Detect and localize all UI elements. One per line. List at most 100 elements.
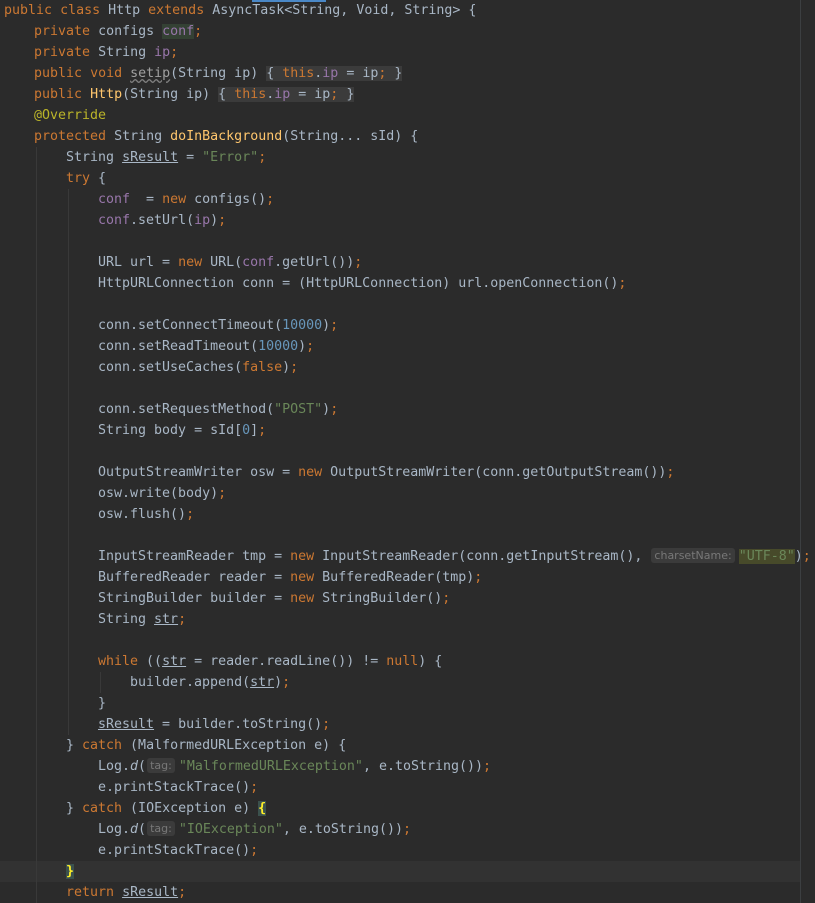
code-line-print-trace[interactable]: e.printStackTrace();	[98, 777, 258, 798]
semicolon: ;	[322, 717, 331, 732]
field-token: conf	[242, 255, 275, 270]
semicolon: ;	[250, 780, 259, 795]
code-line-str-decl[interactable]: String str;	[98, 609, 186, 630]
code-line-input-stream-reader[interactable]: InputStreamReader tmp = new InputStreamR…	[98, 546, 811, 567]
code-line-conn[interactable]: HttpURLConnection conn = (HttpURLConnect…	[98, 273, 626, 294]
semicolon: ;	[330, 318, 339, 333]
right-margin-guide	[800, 0, 801, 903]
open-paren: (	[138, 822, 147, 837]
code-line-try[interactable]: try {	[66, 168, 106, 189]
string-literal: "IOException"	[178, 822, 283, 837]
code-text: configs()	[186, 192, 267, 207]
folded-body[interactable]: { this.ip = ip; }	[266, 66, 403, 81]
keyword-token: try	[66, 171, 91, 186]
code-line-catch-malformed[interactable]: } catch (MalformedURLException e) {	[66, 735, 346, 756]
variable-token: sResult	[122, 885, 179, 900]
code-line-catch-io[interactable]: } catch (IOException e) {	[66, 798, 267, 819]
keyword-token: new	[290, 570, 315, 585]
code-line-sresult-assign[interactable]: sResult = builder.toString();	[98, 714, 330, 735]
code-line-connect-timeout[interactable]: conn.setConnectTimeout(10000);	[98, 315, 338, 336]
number-literal: 10000	[282, 318, 323, 333]
code-line-buffered-reader[interactable]: BufferedReader reader = new BufferedRead…	[98, 567, 482, 588]
code-text: StringBuilder builder =	[98, 591, 291, 606]
code-line-while[interactable]: while ((str = reader.readLine()) != null…	[98, 651, 442, 672]
code-line-field-ip[interactable]: private String ip;	[34, 42, 178, 63]
keyword-token: new	[178, 255, 203, 270]
assign-token: = ip	[338, 66, 379, 81]
code-line-setip[interactable]: public void setip(String ip) { this.ip =…	[34, 63, 403, 84]
code-text: osw.write(body)	[98, 486, 219, 501]
keyword-token: while	[98, 654, 139, 669]
semicolon: ;	[186, 507, 195, 522]
semicolon: ;	[218, 486, 227, 501]
code-line-do-in-background[interactable]: protected String doInBackground(String..…	[34, 126, 418, 147]
semicolon: ;	[194, 24, 203, 39]
code-line-use-caches[interactable]: conn.setUseCaches(false);	[98, 357, 298, 378]
code-text: OutputStreamWriter osw =	[98, 465, 299, 480]
indent-guide	[100, 672, 101, 693]
number-literal: 10000	[258, 339, 299, 354]
close-paren: )	[274, 675, 283, 690]
code-text: }	[66, 801, 83, 816]
number-literal: 0	[242, 423, 251, 438]
close-brace: }	[346, 87, 355, 102]
method-name: doInBackground	[170, 129, 283, 144]
field-token: ip	[194, 213, 211, 228]
close-brace: }	[394, 66, 403, 81]
semicolon: ;	[290, 360, 299, 375]
indent-guide	[68, 189, 69, 735]
code-line-constructor[interactable]: public Http(String ip) { this.ip = ip; }	[34, 84, 355, 105]
code-text: , e.toString())	[362, 759, 484, 774]
params-token: (String ip)	[122, 87, 211, 102]
folded-body[interactable]: { this.ip = ip; }	[218, 87, 355, 102]
code-text: StringBuilder()	[314, 591, 443, 606]
code-line-class-decl[interactable]: public class Http extends AsyncTask<Stri…	[4, 0, 476, 21]
keyword-token: catch	[82, 738, 123, 753]
code-line-field-conf[interactable]: private configs conf;	[34, 21, 202, 42]
semicolon: ;	[282, 675, 291, 690]
code-text: builder.append(	[130, 675, 251, 690]
code-line-string-builder[interactable]: StringBuilder builder = new StringBuilde…	[98, 588, 450, 609]
code-text: , e.toString())	[282, 822, 403, 837]
string-literal: "Error"	[202, 150, 259, 165]
code-line-osw-flush[interactable]: osw.flush();	[98, 504, 194, 525]
code-line-osw-write[interactable]: osw.write(body);	[98, 483, 226, 504]
code-line-log-malformed[interactable]: Log.d(tag: "MalformedURLException", e.toS…	[98, 756, 491, 777]
code-line-close-while[interactable]: }	[98, 693, 106, 714]
code-line-close-try[interactable]: }	[66, 861, 75, 882]
code-editor[interactable]: public class Http extends AsyncTask<Stri…	[0, 0, 815, 903]
close-brace: }	[98, 696, 107, 711]
semicolon: ;	[442, 591, 451, 606]
code-line-override[interactable]: @Override	[34, 105, 106, 126]
semicolon: ;	[306, 339, 315, 354]
code-line-conf-seturl[interactable]: conf.setUrl(ip);	[98, 210, 226, 231]
code-line-return[interactable]: return sResult;	[66, 882, 186, 903]
code-line-osw[interactable]: OutputStreamWriter osw = new OutputStrea…	[98, 462, 674, 483]
keyword-token: public	[34, 87, 83, 102]
code-line-request-method[interactable]: conn.setRequestMethod("POST");	[98, 399, 338, 420]
code-line-body[interactable]: String body = sId[0];	[98, 420, 266, 441]
field-token: conf	[162, 24, 195, 39]
keyword-token: void	[90, 66, 123, 81]
field-token: ip	[322, 66, 339, 81]
code-text: conn.setUseCaches(	[98, 360, 243, 375]
code-text: BufferedReader reader =	[98, 570, 291, 585]
code-line-print-trace[interactable]: e.printStackTrace();	[98, 840, 258, 861]
code-line-log-io[interactable]: Log.d(tag: "IOException", e.toString());	[98, 819, 411, 840]
code-line-conf-new[interactable]: conf = new configs();	[98, 189, 274, 210]
code-text: {	[90, 171, 107, 186]
keyword-token: private	[34, 45, 91, 60]
code-line-append[interactable]: builder.append(str);	[130, 672, 290, 693]
string-literal: "POST"	[274, 402, 323, 417]
code-line-url[interactable]: URL url = new URL(conf.getUrl());	[98, 252, 362, 273]
keyword-token: false	[242, 360, 283, 375]
code-line-read-timeout[interactable]: conn.setReadTimeout(10000);	[98, 336, 314, 357]
open-brace: {	[266, 66, 275, 81]
keyword-token: protected	[34, 129, 107, 144]
code-text: ) {	[418, 654, 443, 669]
semicolon: ;	[170, 45, 179, 60]
semicolon: ;	[250, 843, 259, 858]
parameter-hint: charsetName:	[651, 548, 735, 563]
code-line-sresult-decl[interactable]: String sResult = "Error";	[66, 147, 266, 168]
